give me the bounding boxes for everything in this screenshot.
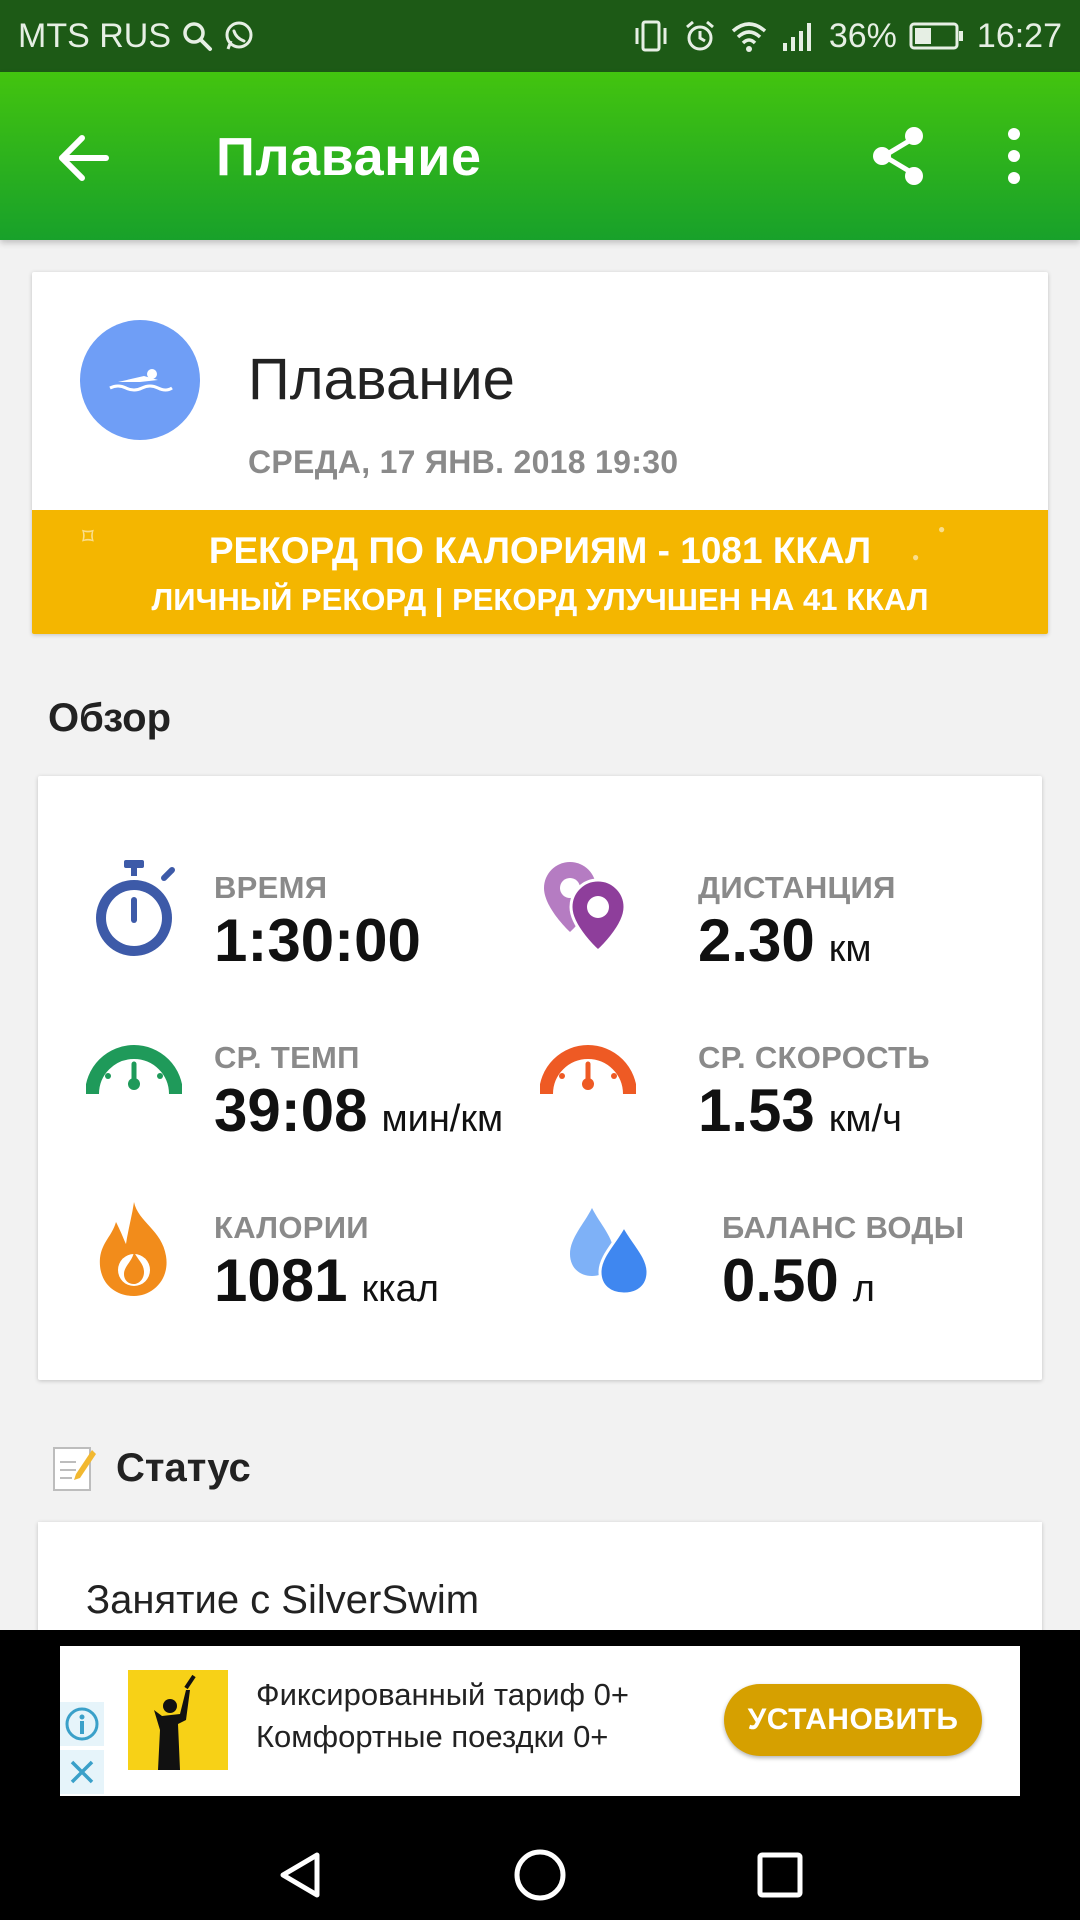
- nav-recents-icon[interactable]: [745, 1840, 815, 1910]
- ad-line-2: Комфортные поездки 0+: [256, 1719, 609, 1754]
- back-arrow-icon[interactable]: [54, 128, 114, 188]
- info-icon[interactable]: [60, 1702, 104, 1746]
- metric-label: СР. ТЕМП: [214, 1040, 360, 1075]
- metric-label: ДИСТАНЦИЯ: [698, 870, 896, 905]
- ad-container: Фиксированный тариф 0+ Комфортные поездк…: [0, 1630, 1080, 1830]
- metric-value: 2.30 км: [698, 907, 872, 974]
- record-banner: ⌑ ● ● РЕКОРД ПО КАЛОРИЯМ - 1081 ККАЛ ЛИЧ…: [32, 510, 1048, 634]
- flame-icon: [86, 1198, 182, 1296]
- metric-value: 1081 ккал: [214, 1247, 439, 1314]
- swimmer-icon: [100, 358, 180, 403]
- metric-value: 39:08 мин/км: [214, 1077, 504, 1144]
- overview-section-title: Обзор: [48, 696, 172, 740]
- status-text: Занятие с SilverSwim: [86, 1578, 480, 1622]
- nav-home-icon[interactable]: [505, 1840, 575, 1910]
- navigation-bar: [0, 1830, 1080, 1920]
- activity-header-card: Плавание СРЕДА, 17 ЯНВ. 2018 19:30 ⌑ ● ●…: [32, 272, 1048, 634]
- install-button[interactable]: УСТАНОВИТЬ: [724, 1684, 982, 1756]
- gauge-orange-icon: [539, 1028, 637, 1124]
- battery-icon: [909, 21, 965, 51]
- share-icon[interactable]: [868, 124, 932, 188]
- battery-percent: 36%: [828, 16, 897, 55]
- metric-label: ВРЕМЯ: [214, 870, 328, 905]
- metric-label: КАЛОРИИ: [214, 1210, 369, 1245]
- whatsapp-icon: [223, 20, 255, 52]
- record-title: РЕКОРД ПО КАЛОРИЯМ - 1081 ККАЛ: [208, 530, 872, 571]
- stopwatch-icon: [86, 858, 182, 956]
- metric-value: 1:30:00: [214, 907, 421, 974]
- clock: 16:27: [976, 16, 1062, 55]
- ad-logo-icon: [128, 1670, 228, 1770]
- nav-back-icon[interactable]: [266, 1840, 336, 1910]
- signal-icon: [781, 19, 817, 53]
- status-section-title: Статус: [116, 1446, 251, 1490]
- app-bar-title: Плавание: [216, 127, 482, 187]
- ad-line-1: Фиксированный тариф 0+: [256, 1677, 630, 1712]
- gauge-green-icon: [85, 1028, 183, 1124]
- record-subtitle: ЛИЧНЫЙ РЕКОРД | РЕКОРД УЛУЧШЕН НА 41 ККА…: [151, 582, 929, 617]
- note-edit-icon: [52, 1444, 96, 1492]
- alarm-icon: [683, 19, 717, 53]
- metric-label: БАЛАНС ВОДЫ: [722, 1210, 965, 1245]
- activity-title: Плавание: [248, 347, 515, 412]
- metric-label: СР. СКОРОСТЬ: [698, 1040, 930, 1075]
- water-drops-icon: [562, 1198, 658, 1296]
- app-bar: Плавание: [0, 72, 1080, 240]
- activity-date: СРЕДА, 17 ЯНВ. 2018 19:30: [248, 444, 679, 480]
- vibrate-icon: [631, 19, 671, 53]
- search-icon: [181, 20, 213, 52]
- location-pins-icon: [540, 858, 636, 954]
- overview-card: ВРЕМЯ 1:30:00 ДИСТАНЦИЯ 2.30 км СР. ТЕМП …: [38, 776, 1042, 1380]
- close-icon[interactable]: [60, 1750, 104, 1794]
- more-vert-icon[interactable]: [996, 124, 1032, 188]
- carrier-name: MTS RUS: [18, 16, 171, 55]
- ad-text: Фиксированный тариф 0+ Комфортные поездк…: [256, 1674, 629, 1758]
- wifi-icon: [729, 19, 769, 53]
- metric-value: 0.50 л: [722, 1247, 875, 1314]
- status-bar: MTS RUS 36% 16:27: [0, 0, 1080, 72]
- activity-avatar: [80, 320, 200, 440]
- metric-value: 1.53 км/ч: [698, 1077, 902, 1144]
- status-card[interactable]: Занятие с SilverSwim: [38, 1522, 1042, 1642]
- ad-banner[interactable]: Фиксированный тариф 0+ Комфортные поездк…: [60, 1646, 1020, 1796]
